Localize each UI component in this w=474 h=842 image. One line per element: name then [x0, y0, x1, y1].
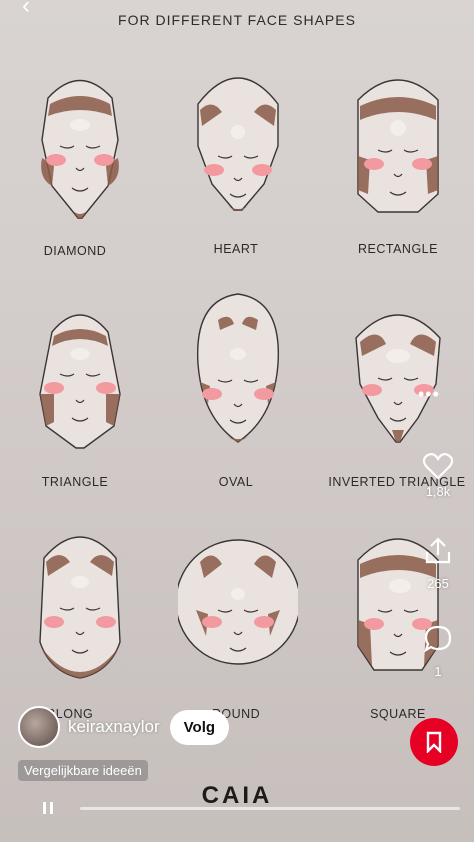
share-icon[interactable] [423, 536, 453, 566]
like-action[interactable]: 1,8k [418, 452, 458, 499]
similar-ideas-label[interactable]: Vergelijkbare ideeën [18, 760, 148, 781]
face-diagram-rectangle [357, 79, 439, 213]
video-progress-track[interactable] [80, 807, 460, 810]
face-label-heart: HEART [213, 242, 259, 256]
creator-row: keiraxnaylor Volg [18, 706, 230, 748]
face-label-square: SQUARE [370, 707, 426, 721]
face-diagram-oval [196, 293, 280, 443]
face-diagram-oblong [39, 536, 121, 679]
share-action[interactable]: 265 [418, 536, 458, 591]
brand-logo: CAIA [201, 782, 273, 809]
follow-button[interactable]: Volg [169, 709, 230, 745]
pin-video-screen: ‹ FOR DIFFERENT FACE SHAPES DIAMOND HEAR… [0, 0, 474, 842]
more-icon[interactable]: ••• [418, 384, 440, 405]
save-button[interactable] [410, 718, 458, 766]
face-diagram-inverted-triangle [355, 314, 441, 443]
face-label-triangle: TRIANGLE [41, 475, 109, 489]
face-label-rectangle: RECTANGLE [358, 242, 438, 256]
share-count: 265 [427, 576, 449, 591]
comment-count: 1 [434, 664, 442, 679]
page-subtitle: FOR DIFFERENT FACE SHAPES [118, 12, 356, 28]
comment-action[interactable]: 1 [418, 624, 458, 679]
face-label-oval: OVAL [218, 475, 254, 489]
face-diagram-round [178, 539, 298, 665]
face-diagram-triangle [39, 314, 121, 449]
like-count: 1,8k [425, 484, 451, 499]
face-diagram-heart [197, 77, 279, 211]
pause-icon[interactable] [40, 800, 56, 816]
avatar[interactable] [18, 706, 60, 748]
heart-icon[interactable] [423, 452, 453, 480]
face-label-diamond: DIAMOND [43, 244, 107, 258]
face-diagram-diamond [41, 79, 119, 219]
bookmark-icon [426, 731, 442, 753]
username[interactable]: keiraxnaylor [68, 717, 160, 737]
comment-icon[interactable] [423, 624, 453, 654]
